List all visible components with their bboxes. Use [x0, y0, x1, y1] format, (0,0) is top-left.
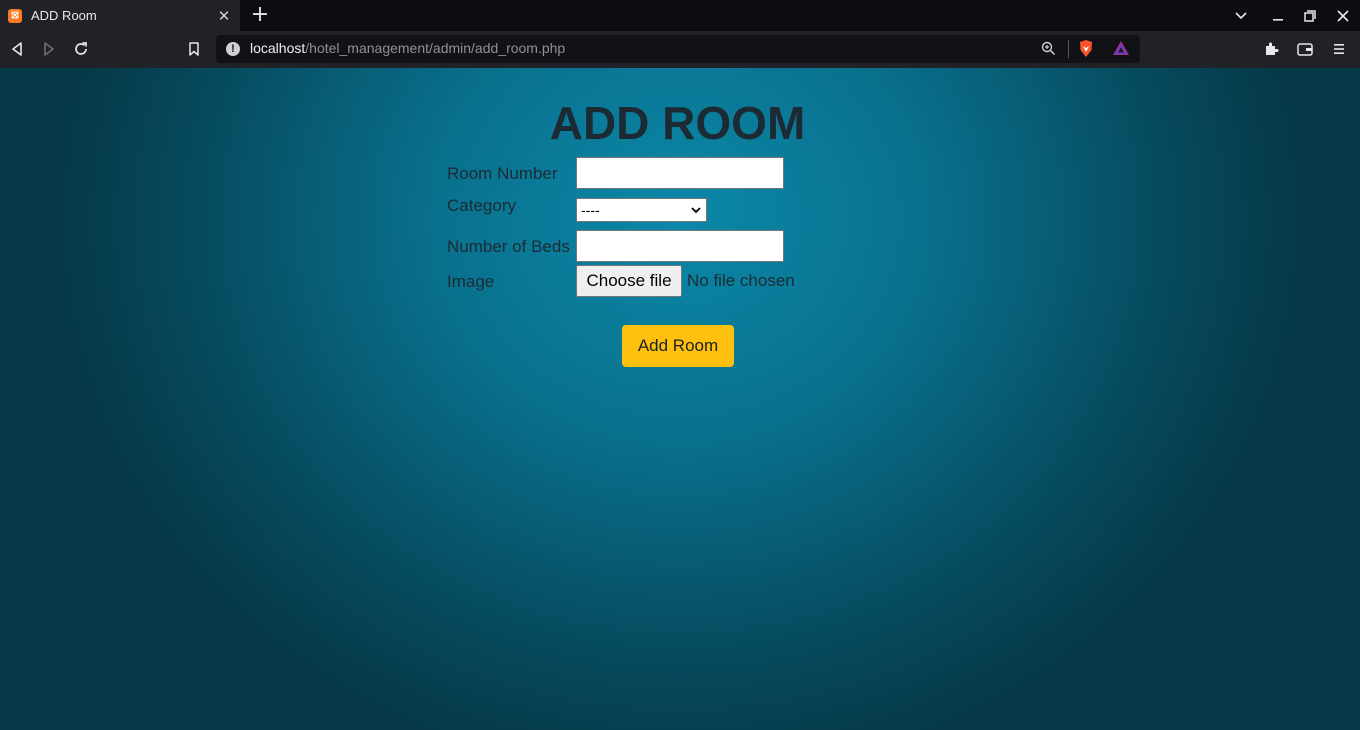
category-label: Category	[447, 196, 516, 215]
brave-rewards-icon[interactable]	[1112, 40, 1130, 61]
url-divider	[1068, 40, 1069, 58]
menu-icon[interactable]	[1326, 37, 1352, 61]
site-info-icon[interactable]: !	[226, 42, 240, 56]
close-window-icon[interactable]	[1328, 0, 1358, 31]
tab-add-room[interactable]: ⊠ ADD Room ✕	[0, 0, 240, 31]
zoom-icon[interactable]	[1041, 41, 1056, 61]
page-content: ADD ROOM Room Number Category ---- Numbe…	[0, 68, 1360, 730]
restore-icon[interactable]	[1295, 0, 1325, 31]
back-icon[interactable]	[4, 37, 30, 61]
close-tab-icon[interactable]: ✕	[216, 8, 232, 24]
forward-icon[interactable]	[36, 37, 62, 61]
chevron-down-icon	[690, 203, 702, 217]
room-number-input[interactable]	[576, 157, 784, 189]
file-status-text: No file chosen	[687, 271, 795, 290]
beds-label: Number of Beds	[447, 237, 570, 256]
category-selected-value: ----	[581, 202, 600, 218]
url-text[interactable]: localhost/hotel_management/admin/add_roo…	[250, 40, 565, 56]
room-number-label: Room Number	[447, 164, 558, 183]
brave-shields-icon[interactable]	[1078, 39, 1094, 63]
category-select[interactable]: ----	[576, 198, 707, 222]
bookmark-icon[interactable]	[181, 37, 207, 61]
choose-file-button[interactable]: Choose file	[576, 265, 682, 297]
page-title: ADD ROOM	[549, 97, 806, 149]
address-bar[interactable]: ! localhost/hotel_management/admin/add_r…	[216, 35, 1140, 63]
reload-icon[interactable]	[68, 37, 94, 61]
tab-title: ADD Room	[31, 8, 97, 23]
xampp-favicon-icon: ⊠	[8, 8, 22, 23]
wallet-icon[interactable]	[1292, 37, 1318, 61]
beds-input[interactable]	[576, 230, 784, 262]
tab-strip: ⊠ ADD Room ✕ +	[0, 0, 1360, 31]
image-label: Image	[447, 272, 495, 291]
add-room-button[interactable]: Add Room	[622, 325, 734, 367]
extensions-icon[interactable]	[1258, 37, 1284, 61]
minimize-icon[interactable]	[1263, 0, 1293, 31]
tab-search-icon[interactable]	[1226, 0, 1256, 31]
new-tab-button[interactable]: +	[250, 4, 270, 26]
